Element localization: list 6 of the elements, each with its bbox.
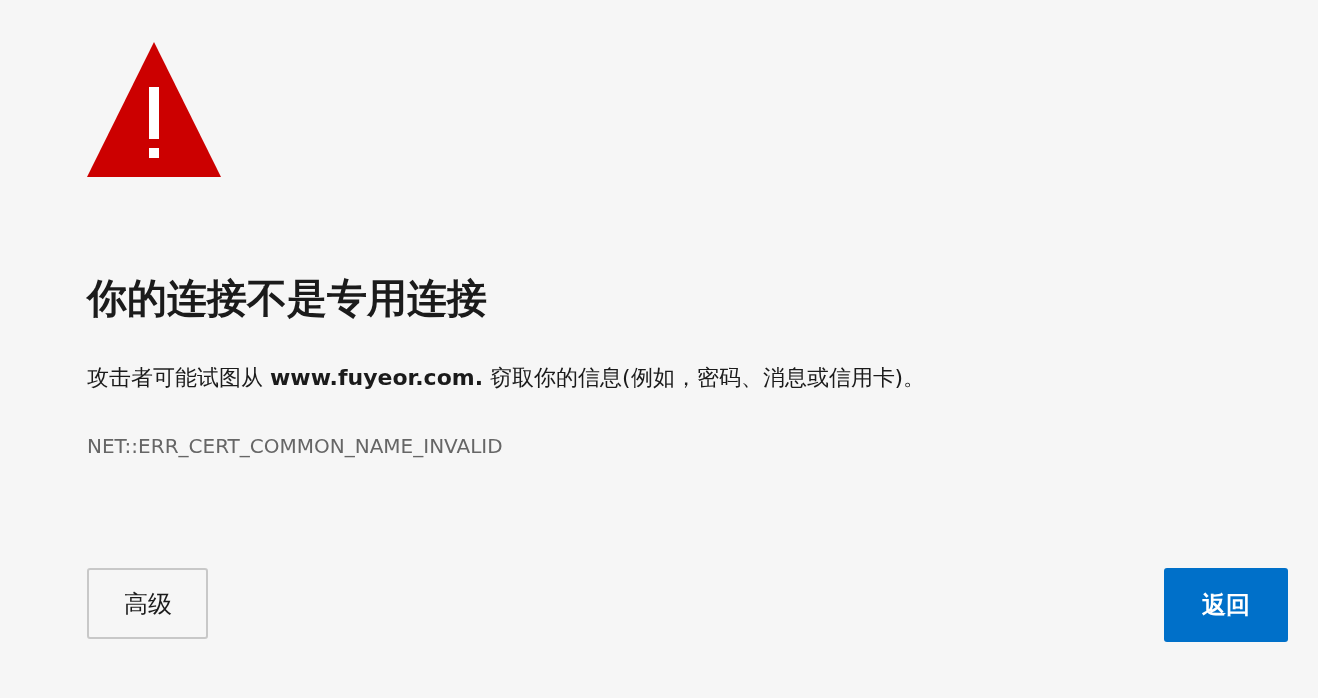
error-code: NET::ERR_CERT_COMMON_NAME_INVALID <box>87 433 504 460</box>
page-heading: 你的连接不是专用连接 <box>87 274 488 323</box>
advanced-button[interactable]: 高级 <box>87 568 208 639</box>
warning-message: 攻击者可能试图从 www.fuyeor.com. 窃取你的信息(例如，密码、消息或信用卡)。 <box>87 364 927 392</box>
warning-icon <box>87 42 221 177</box>
back-button[interactable]: 返回 <box>1164 568 1288 642</box>
